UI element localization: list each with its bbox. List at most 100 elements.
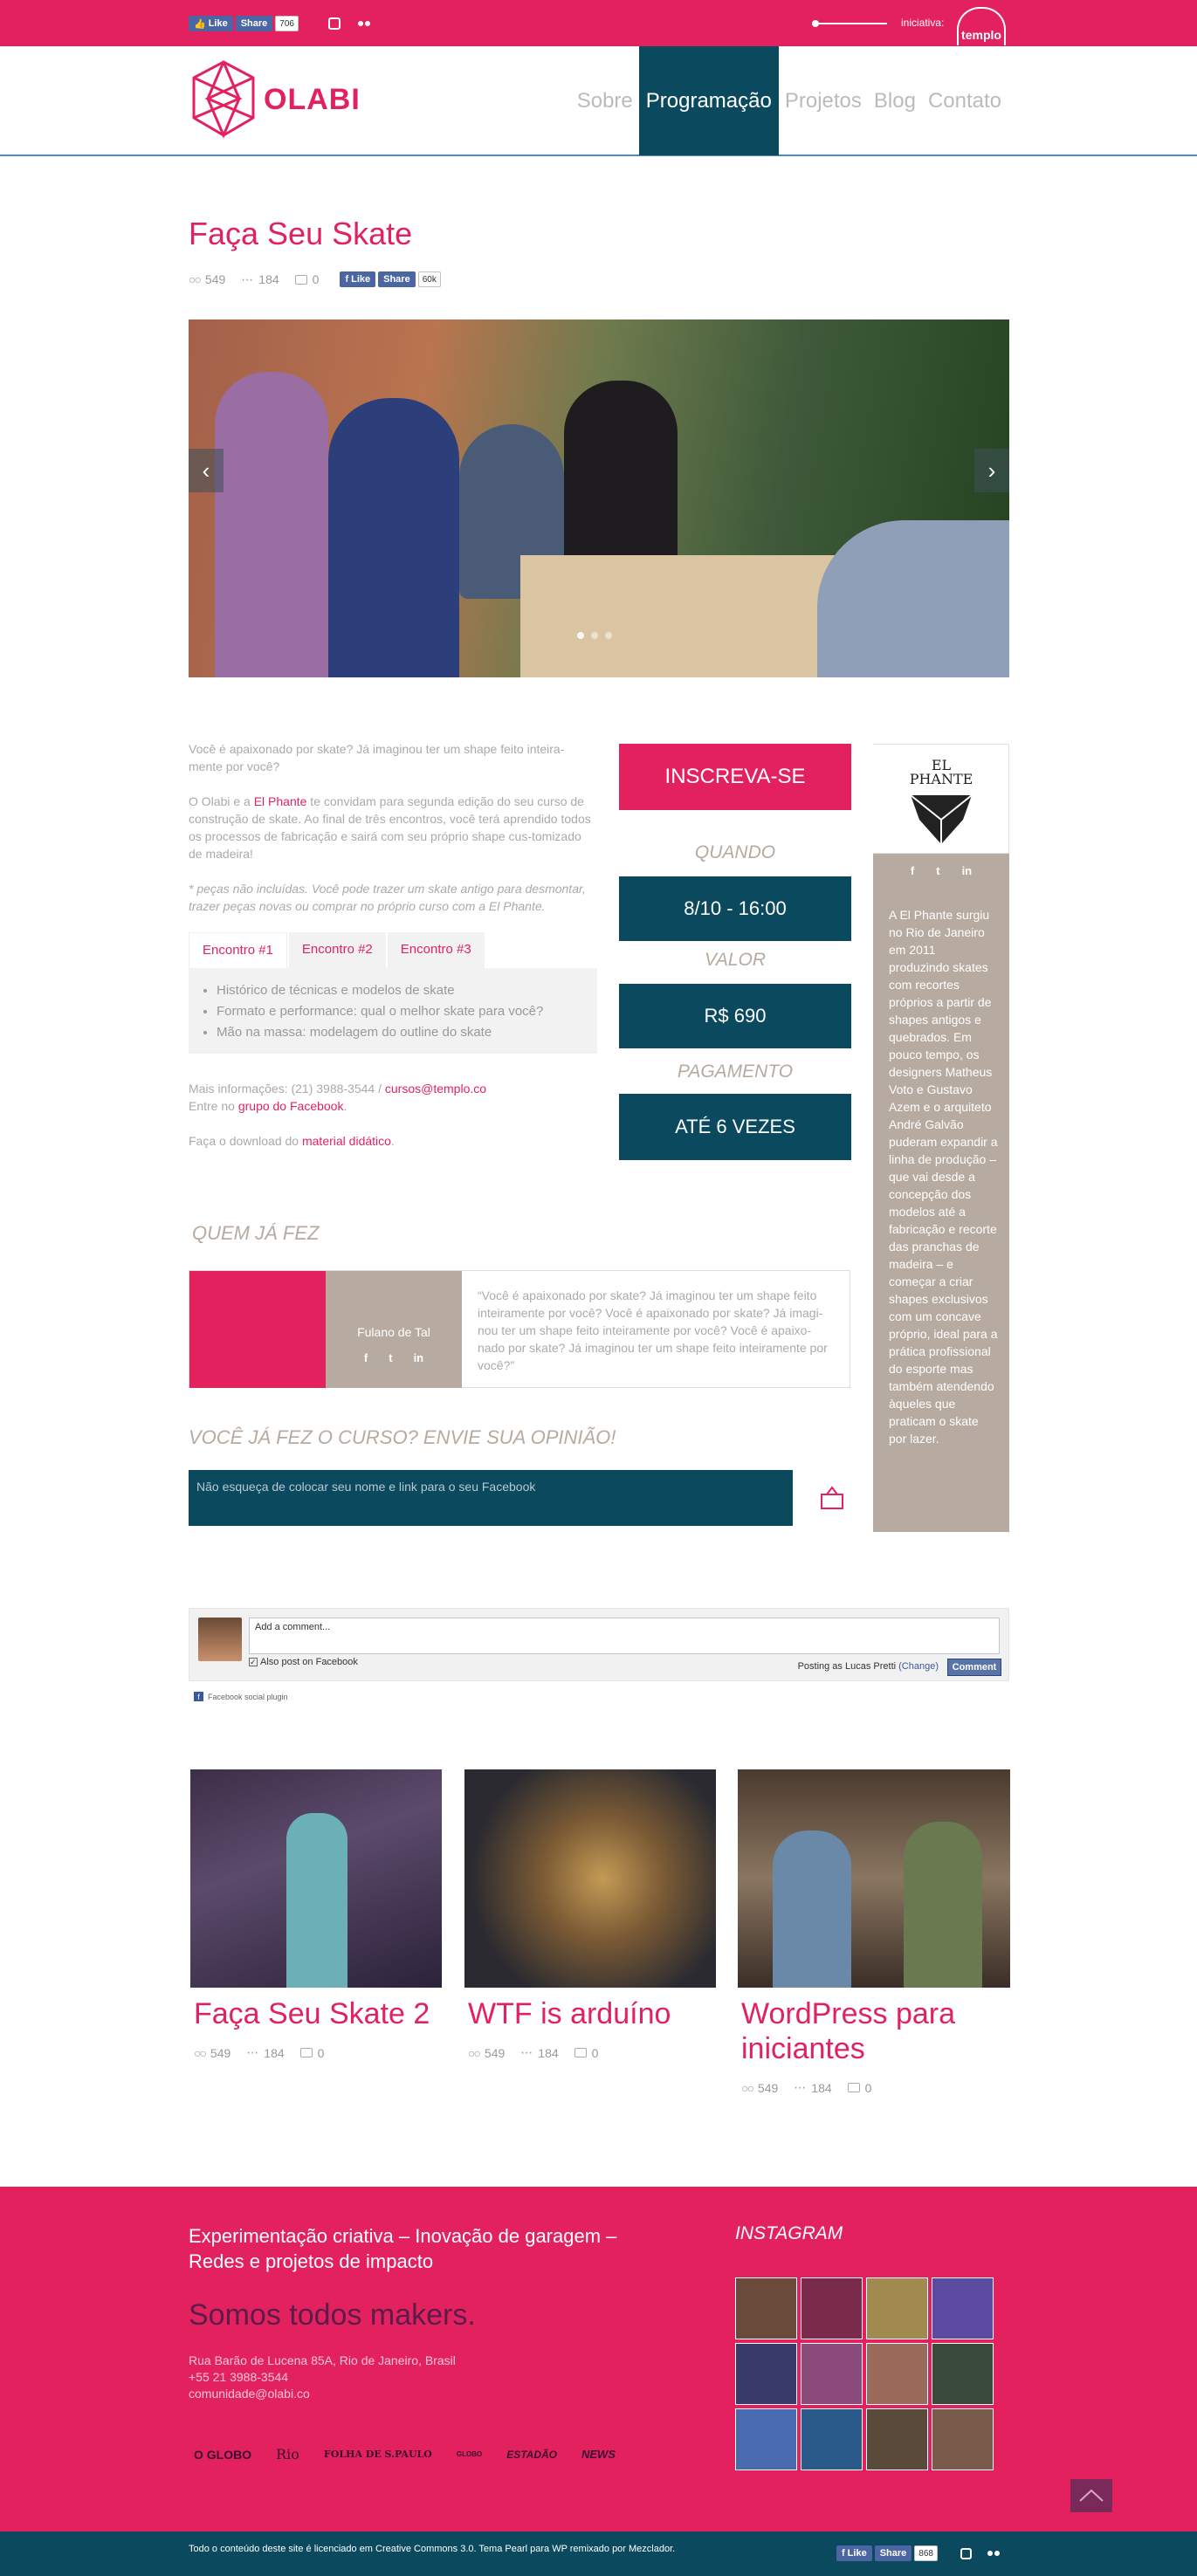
shares-count: 184 xyxy=(538,2045,559,2060)
nav-blog[interactable]: Blog xyxy=(868,46,922,155)
instagram-photo[interactable] xyxy=(866,2277,928,2339)
related-card[interactable]: WordPress para iniciantes ○○ 549 ⋯ 184 0 xyxy=(738,1769,1010,2095)
linkedin-icon[interactable]: in xyxy=(962,864,973,877)
instagram-photo[interactable] xyxy=(801,2408,863,2470)
page-title: Faça Seu Skate xyxy=(189,216,413,251)
footer-contact: Rua Barão de Lucena 85A, Rio de Janeiro,… xyxy=(189,2353,456,2402)
shares-count: 184 xyxy=(264,2045,285,2060)
comment-input[interactable]: Add a comment... xyxy=(249,1618,1000,1654)
instagram-photo[interactable] xyxy=(866,2408,928,2470)
nav-sobre[interactable]: Sobre xyxy=(571,46,639,155)
press-logo: NEWS xyxy=(581,2448,616,2461)
instagram-photo[interactable] xyxy=(932,2408,994,2470)
glasses-icon: ○○ xyxy=(189,272,202,286)
photo-slider: ‹ › xyxy=(189,319,1009,677)
instagram-photo[interactable] xyxy=(801,2277,863,2339)
related-card[interactable]: WTF is arduíno ○○ 549 ⋯ 184 0 xyxy=(464,1769,716,2060)
twitter-icon[interactable]: t xyxy=(936,864,939,877)
flickr-icon[interactable] xyxy=(357,21,370,26)
press-logo: GLOBO xyxy=(456,2450,483,2458)
chevron-left-icon: ‹ xyxy=(202,457,210,484)
partner-sidebar: EL PHANTE f t in A El Phante surgiu no R… xyxy=(873,744,1009,1532)
nav-projetos[interactable]: Projetos xyxy=(779,46,868,155)
slider-dot[interactable] xyxy=(605,632,612,639)
pagamento-label: PAGAMENTO xyxy=(677,1061,794,1082)
facebook-icon[interactable]: f xyxy=(911,864,914,877)
facebook-icon: f xyxy=(345,274,349,285)
back-to-top-button[interactable] xyxy=(1070,2479,1112,2512)
phone: +55 21 3988-3544 xyxy=(189,2370,289,2384)
related-stats: ○○ 549 ⋯ 184 0 xyxy=(464,2045,716,2060)
twitter-icon[interactable]: t xyxy=(389,1351,392,1364)
el-phante-logo[interactable]: EL PHANTE xyxy=(873,744,1009,854)
logo-text: OLABI xyxy=(264,83,361,116)
share-count: 706 xyxy=(275,16,299,31)
slider-prev-button[interactable]: ‹ xyxy=(189,449,224,492)
instagram-icon[interactable] xyxy=(960,2547,972,2559)
chevron-right-icon: › xyxy=(987,457,996,484)
related-card[interactable]: Faça Seu Skate 2 ○○ 549 ⋯ 184 0 xyxy=(190,1769,442,2060)
instagram-photo[interactable] xyxy=(735,2343,797,2405)
instagram-photo[interactable] xyxy=(735,2408,797,2470)
download-info: Faça o download do material didático. xyxy=(189,1132,597,1150)
facebook-group-link[interactable]: grupo do Facebook xyxy=(238,1099,344,1113)
fb-share-button[interactable]: Share xyxy=(874,2545,912,2561)
tab-encontro-1[interactable]: Encontro #1 xyxy=(189,932,287,968)
posting-as-text: Posting as Lucas Pretti xyxy=(797,1661,897,1672)
slider-dot[interactable] xyxy=(591,632,598,639)
opinion-input[interactable]: Não esqueça de colocar seu nome e link p… xyxy=(189,1470,793,1526)
views-count: 549 xyxy=(210,2045,231,2060)
like-label: Like xyxy=(208,18,228,29)
email-link[interactable]: cursos@templo.co xyxy=(385,1082,486,1096)
fb-share-button[interactable]: Share xyxy=(378,271,416,287)
fb-like-button[interactable]: 👍 Like xyxy=(189,16,233,31)
share-icon: ⋯ xyxy=(794,2080,807,2094)
info-text: . xyxy=(343,1099,347,1113)
fb-share-button[interactable]: Share xyxy=(235,16,273,31)
facebook-icon[interactable]: f xyxy=(364,1351,368,1364)
change-link[interactable]: (Change) xyxy=(898,1661,939,1672)
slider-dot[interactable] xyxy=(577,632,584,639)
shares-count: 184 xyxy=(258,272,279,286)
templo-logo[interactable]: templo xyxy=(957,7,1006,45)
instagram-photo[interactable] xyxy=(866,2343,928,2405)
fb-like-button[interactable]: f Like xyxy=(340,271,376,287)
main-nav: Sobre Programação Projetos Blog Contato xyxy=(571,46,1008,155)
instagram-photo[interactable] xyxy=(801,2343,863,2405)
tab-encontro-3[interactable]: Encontro #3 xyxy=(387,932,485,968)
nav-programacao[interactable]: Programação xyxy=(638,46,779,155)
linkedin-icon[interactable]: in xyxy=(414,1351,424,1364)
shares-count: 184 xyxy=(811,2080,832,2095)
olabi-logo[interactable]: OLABI xyxy=(189,58,451,141)
also-post-checkbox[interactable]: ✓ Also post on Facebook xyxy=(249,1657,358,1667)
comments-stat: 0 xyxy=(574,2046,598,2060)
top-social-buttons: 👍 Like Share 706 xyxy=(189,16,370,31)
slider-next-button[interactable]: › xyxy=(974,449,1009,492)
course-description: Você é apaixonado por skate? Já imaginou… xyxy=(189,740,597,1167)
material-link[interactable]: material didático xyxy=(302,1134,391,1148)
list-item: Mão na massa: modelagem do outline do sk… xyxy=(217,1022,583,1043)
footer-email[interactable]: comunidade@olabi.co xyxy=(189,2386,456,2402)
flickr-icon[interactable] xyxy=(987,2551,1000,2556)
fb-plugin-label[interactable]: f Facebook social plugin xyxy=(194,1692,288,1701)
inscreva-button[interactable]: INSCREVA-SE xyxy=(619,744,851,810)
share-icon: ⋯ xyxy=(246,2045,259,2059)
comments-count: 0 xyxy=(312,272,320,286)
bottom-bar: Todo o conteúdo deste site é licenciado … xyxy=(0,2531,1197,2576)
description-text: O Olabi e a El Phante te convidam para s… xyxy=(189,793,597,862)
valor-value: R$ 690 xyxy=(619,984,851,1048)
comment-button[interactable]: Comment xyxy=(947,1659,1001,1676)
partner-description: A El Phante surgiu no Rio de Janeiro em … xyxy=(889,908,998,1446)
tab-encontro-2[interactable]: Encontro #2 xyxy=(288,932,386,968)
el-phante-link[interactable]: El Phante xyxy=(254,794,307,808)
fb-like-button[interactable]: f Like xyxy=(836,2545,872,2561)
nav-contato[interactable]: Contato xyxy=(922,46,1008,155)
footer-tagline: Experimentação criativa – Inovação de ga… xyxy=(189,2225,617,2272)
instagram-photo[interactable] xyxy=(932,2343,994,2405)
thumb-icon: 👍 xyxy=(194,18,206,30)
instagram-photo[interactable] xyxy=(735,2277,797,2339)
instagram-photo[interactable] xyxy=(932,2277,994,2339)
submit-icon[interactable] xyxy=(819,1486,845,1510)
instagram-icon[interactable] xyxy=(327,17,341,30)
slider-dots xyxy=(577,632,612,639)
